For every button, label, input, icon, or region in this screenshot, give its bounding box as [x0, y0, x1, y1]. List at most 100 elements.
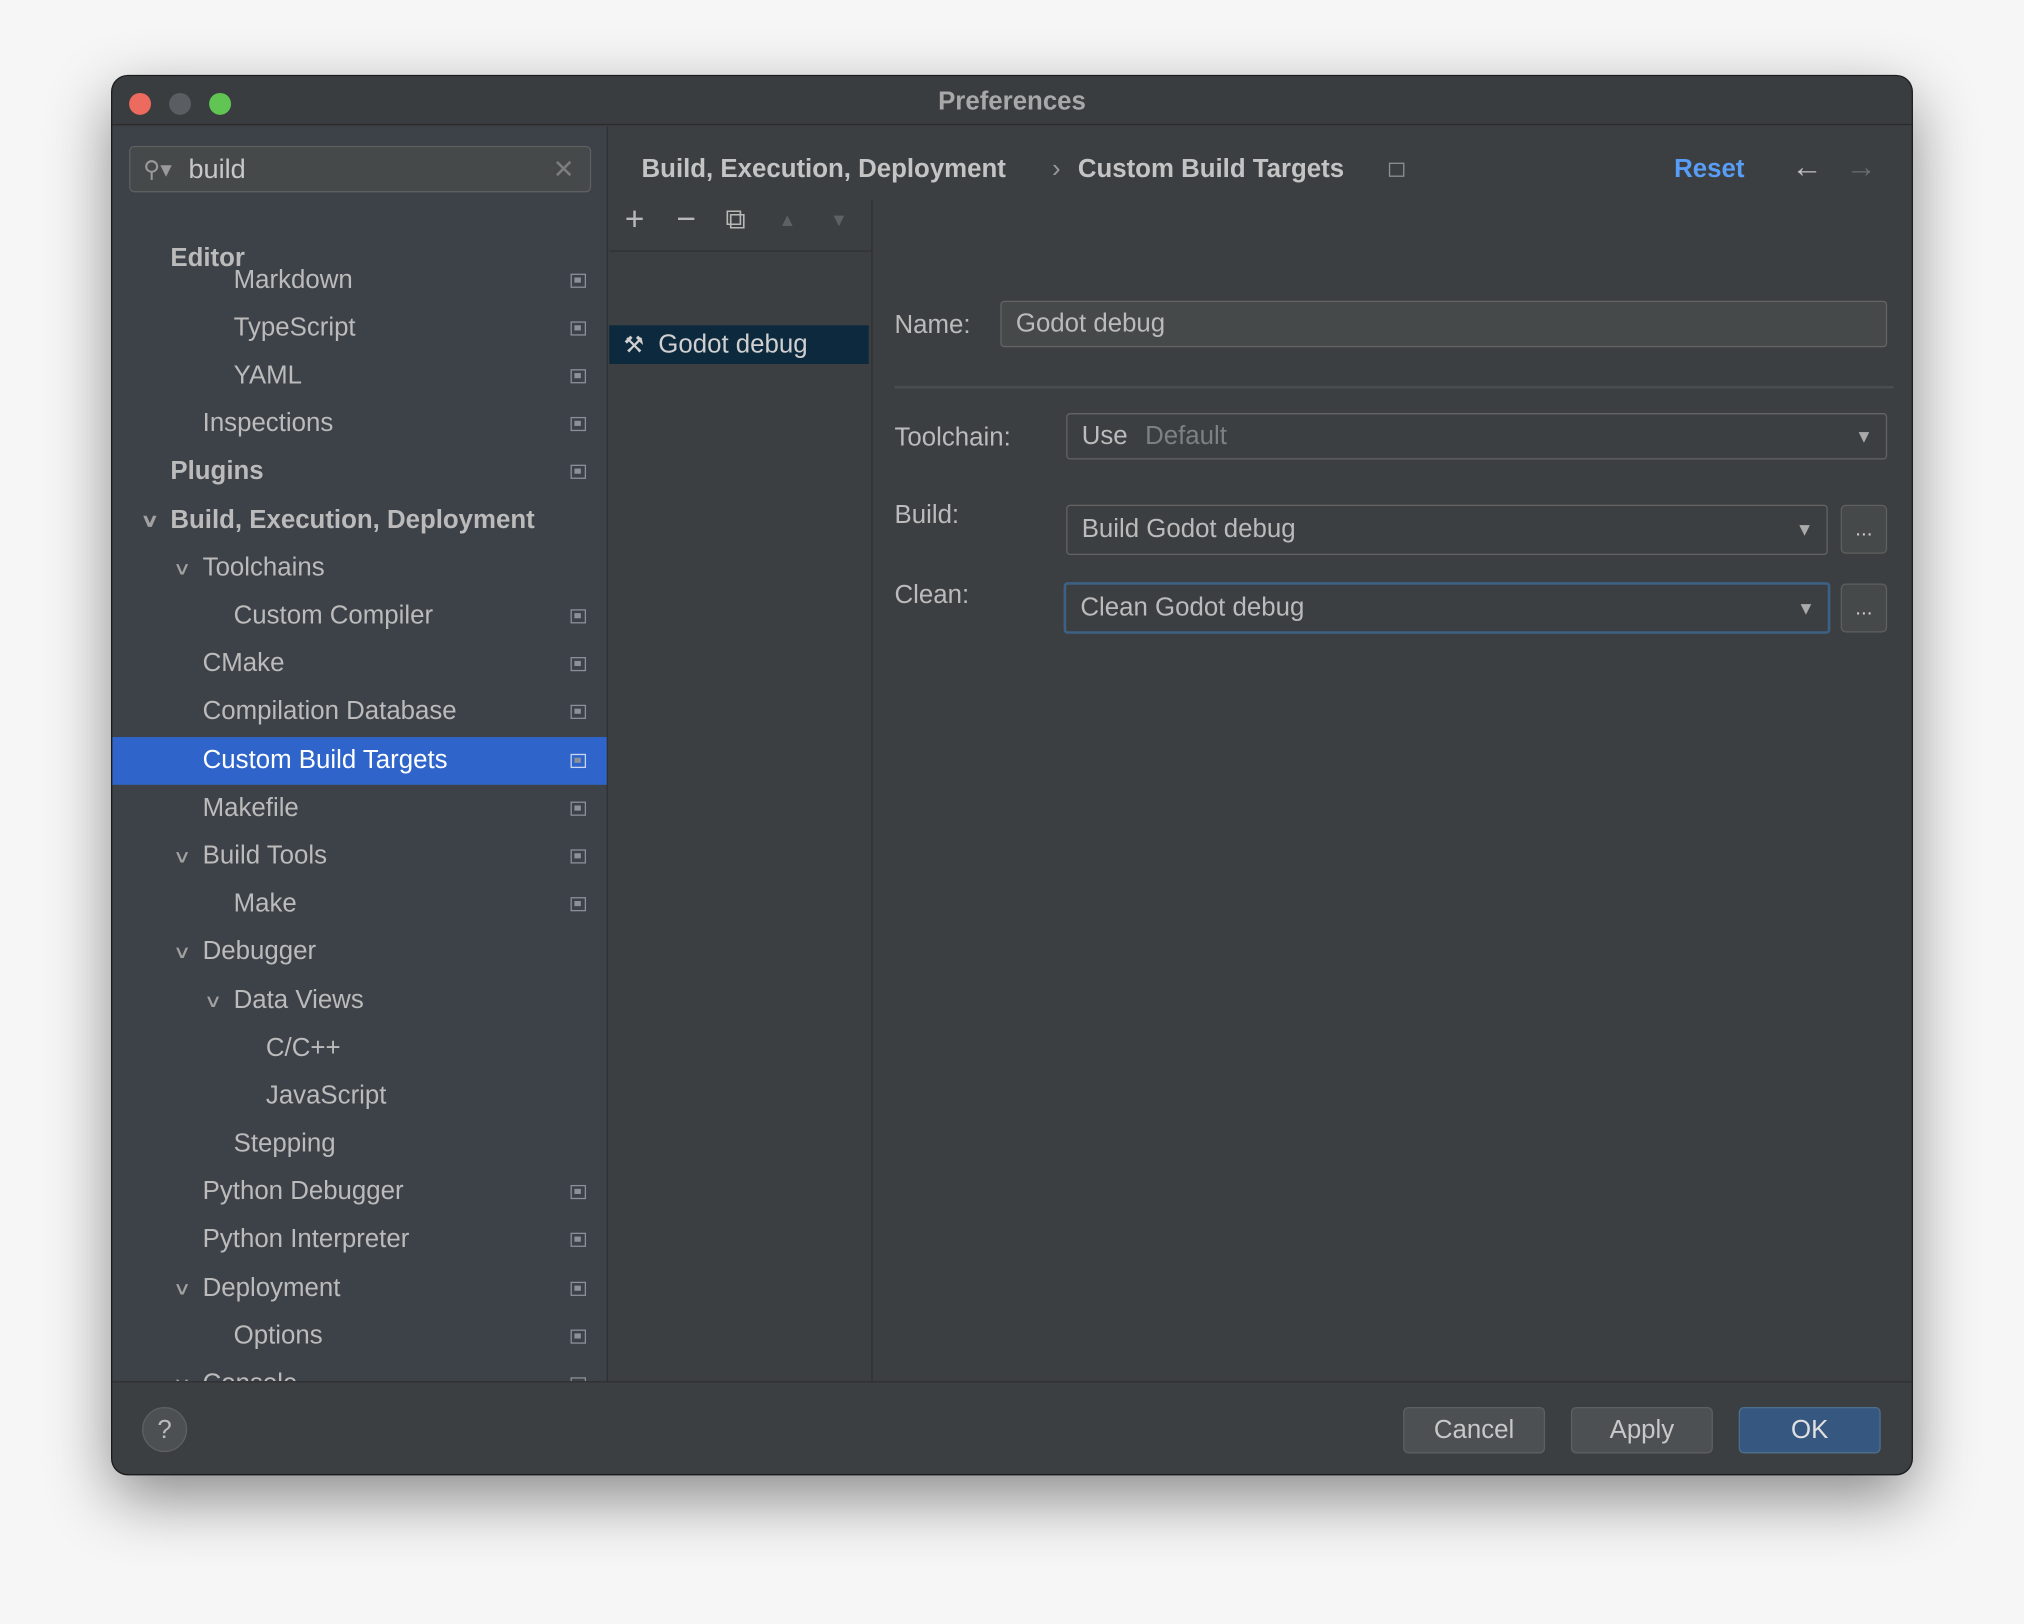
project-scope-icon: [570, 896, 587, 911]
toolchain-prefix: Use: [1081, 422, 1128, 451]
settings-sidebar: Editor Markdown TypeScript YAML Inspections P…: [112, 126, 608, 1382]
tree-item-data-views[interactable]: ∨ Data Views: [112, 976, 606, 1024]
chevron-down-icon: ▼: [1855, 425, 1873, 447]
tree-item-compilation-database[interactable]: Compilation Database: [112, 687, 606, 735]
clean-dropdown[interactable]: Clean Godot debug ▼: [1063, 582, 1831, 634]
chevron-down-icon[interactable]: ∨: [141, 496, 160, 544]
clear-search-icon[interactable]: ✕: [553, 154, 575, 186]
tree-item-markdown[interactable]: Markdown: [112, 256, 606, 304]
tree-item-cmake[interactable]: CMake: [112, 640, 606, 688]
tree-item-make[interactable]: Make: [112, 880, 606, 928]
reset-link[interactable]: Reset: [1674, 155, 1744, 185]
tree-item-label: C/C++: [265, 1033, 341, 1062]
tree-item-python-debugger[interactable]: Python Debugger: [112, 1168, 606, 1216]
window-title: Preferences: [938, 87, 1086, 117]
panel-divider[interactable]: [871, 200, 873, 1382]
tree-item-custom-build-targets[interactable]: Custom Build Targets: [112, 736, 607, 785]
dialog-footer: ? Cancel Apply OK: [112, 1381, 1912, 1475]
close-window-button[interactable]: [129, 92, 152, 115]
project-scope-icon: [570, 273, 587, 288]
project-scope-icon: [570, 753, 587, 768]
move-up-icon[interactable]: ▲: [778, 209, 796, 230]
chevron-down-icon[interactable]: ∨: [173, 1264, 192, 1312]
tree-item-inspections[interactable]: Inspections: [112, 400, 606, 448]
build-dropdown[interactable]: Build Godot debug ▼: [1066, 504, 1828, 556]
tree-item-label: YAML: [233, 360, 303, 390]
tree-item-deployment[interactable]: ∨ Deployment: [112, 1264, 606, 1312]
tree-item-javascript[interactable]: JavaScript: [112, 1072, 606, 1120]
help-button[interactable]: ?: [141, 1406, 188, 1453]
tree-item-c-c-[interactable]: C/C++: [112, 1024, 606, 1072]
divider: [894, 385, 1894, 389]
tree-item-label: Stepping: [233, 1128, 336, 1158]
chevron-down-icon[interactable]: ∨: [173, 1360, 192, 1381]
tree-item-build-tools[interactable]: ∨ Build Tools: [112, 832, 606, 880]
tree-item-toolchains[interactable]: ∨ Toolchains: [112, 544, 606, 592]
tree-item-label: Custom Compiler: [233, 600, 434, 630]
chevron-down-icon[interactable]: ∨: [173, 544, 192, 592]
name-value: Godot debug: [1015, 309, 1166, 339]
forward-arrow-icon[interactable]: →: [1846, 150, 1877, 186]
build-browse-button[interactable]: ...: [1840, 504, 1888, 554]
tree-item-label: CMake: [202, 648, 285, 678]
tree-item-label: Toolchains: [202, 553, 325, 582]
minimize-window-button[interactable]: [169, 92, 192, 115]
tree-item-label: Markdown: [233, 265, 353, 294]
tree-item-label: JavaScript: [265, 1081, 387, 1110]
toolchain-label: Toolchain:: [894, 423, 1011, 452]
chevron-down-icon: ▼: [1795, 518, 1814, 540]
search-input[interactable]: ⚲▾ build ✕: [129, 145, 592, 193]
tree-item-label: Console: [203, 1360, 298, 1381]
project-scope-icon: [570, 800, 587, 816]
project-scope-icon: [570, 656, 587, 671]
back-arrow-icon[interactable]: ←: [1792, 150, 1823, 186]
build-label: Build:: [894, 500, 960, 530]
tree-item-label: TypeScript: [233, 313, 356, 342]
chevron-down-icon[interactable]: ∨: [204, 976, 223, 1024]
cancel-button[interactable]: Cancel: [1403, 1406, 1546, 1454]
project-scope-icon: [570, 848, 587, 863]
project-scope-icon: [570, 1184, 587, 1199]
tree-item-label: Python Debugger: [202, 1176, 404, 1205]
tree-item-label: Debugger: [202, 936, 317, 965]
clean-browse-button[interactable]: ...: [1840, 583, 1888, 633]
tree-item-plugins[interactable]: Plugins: [112, 447, 606, 495]
copy-icon[interactable]: ⧉: [725, 203, 745, 237]
tree-item-build-execution-deployment[interactable]: ∨ Build, Execution, Deployment: [112, 496, 606, 544]
search-icon: ⚲▾: [143, 156, 172, 183]
tree-item-python-interpreter[interactable]: Python Interpreter: [112, 1215, 606, 1263]
list-item-godot-debug[interactable]: ⚒ Godot debug: [609, 325, 869, 365]
move-down-icon[interactable]: ▼: [830, 209, 848, 230]
tree-item-label: Python Interpreter: [202, 1224, 410, 1253]
project-scope-icon: [570, 320, 587, 335]
add-icon[interactable]: +: [625, 199, 645, 239]
chevron-down-icon[interactable]: ∨: [173, 927, 192, 975]
tree-item-label: Inspections: [202, 408, 334, 437]
search-value: build: [188, 154, 246, 185]
project-scope-icon: [570, 368, 587, 383]
title-bar: Preferences: [112, 76, 1912, 126]
ok-button[interactable]: OK: [1738, 1406, 1881, 1454]
tree-item-options[interactable]: Options: [112, 1312, 606, 1360]
zoom-window-button[interactable]: [209, 92, 232, 115]
tree-item-typescript[interactable]: TypeScript: [112, 304, 606, 352]
tree-item-label: Makefile: [202, 793, 299, 822]
hammer-wrench-icon: ⚒: [623, 331, 645, 358]
chevron-down-icon: ▼: [1796, 597, 1815, 619]
tree-item-makefile[interactable]: Makefile: [112, 784, 606, 832]
chevron-down-icon[interactable]: ∨: [173, 832, 192, 880]
toolchain-dropdown[interactable]: Use Default ▼: [1066, 413, 1888, 460]
clean-label: Clean:: [894, 580, 970, 610]
breadcrumb-build-execution-deployment[interactable]: Build, Execution, Deployment: [642, 155, 1006, 185]
tree-item-stepping[interactable]: Stepping: [112, 1120, 606, 1168]
tree-item-yaml[interactable]: YAML: [112, 352, 606, 400]
remove-icon[interactable]: −: [676, 199, 696, 239]
tree-item-label: Plugins: [170, 456, 264, 485]
tree-item-label: Data Views: [233, 985, 364, 1014]
project-scope-icon: [570, 608, 587, 623]
tree-item-debugger[interactable]: ∨ Debugger: [112, 927, 606, 975]
tree-item-custom-compiler[interactable]: Custom Compiler: [112, 592, 606, 640]
tree-item-console[interactable]: ∨ Console: [112, 1360, 606, 1382]
name-input[interactable]: Godot debug: [1000, 300, 1888, 348]
apply-button[interactable]: Apply: [1570, 1406, 1713, 1454]
